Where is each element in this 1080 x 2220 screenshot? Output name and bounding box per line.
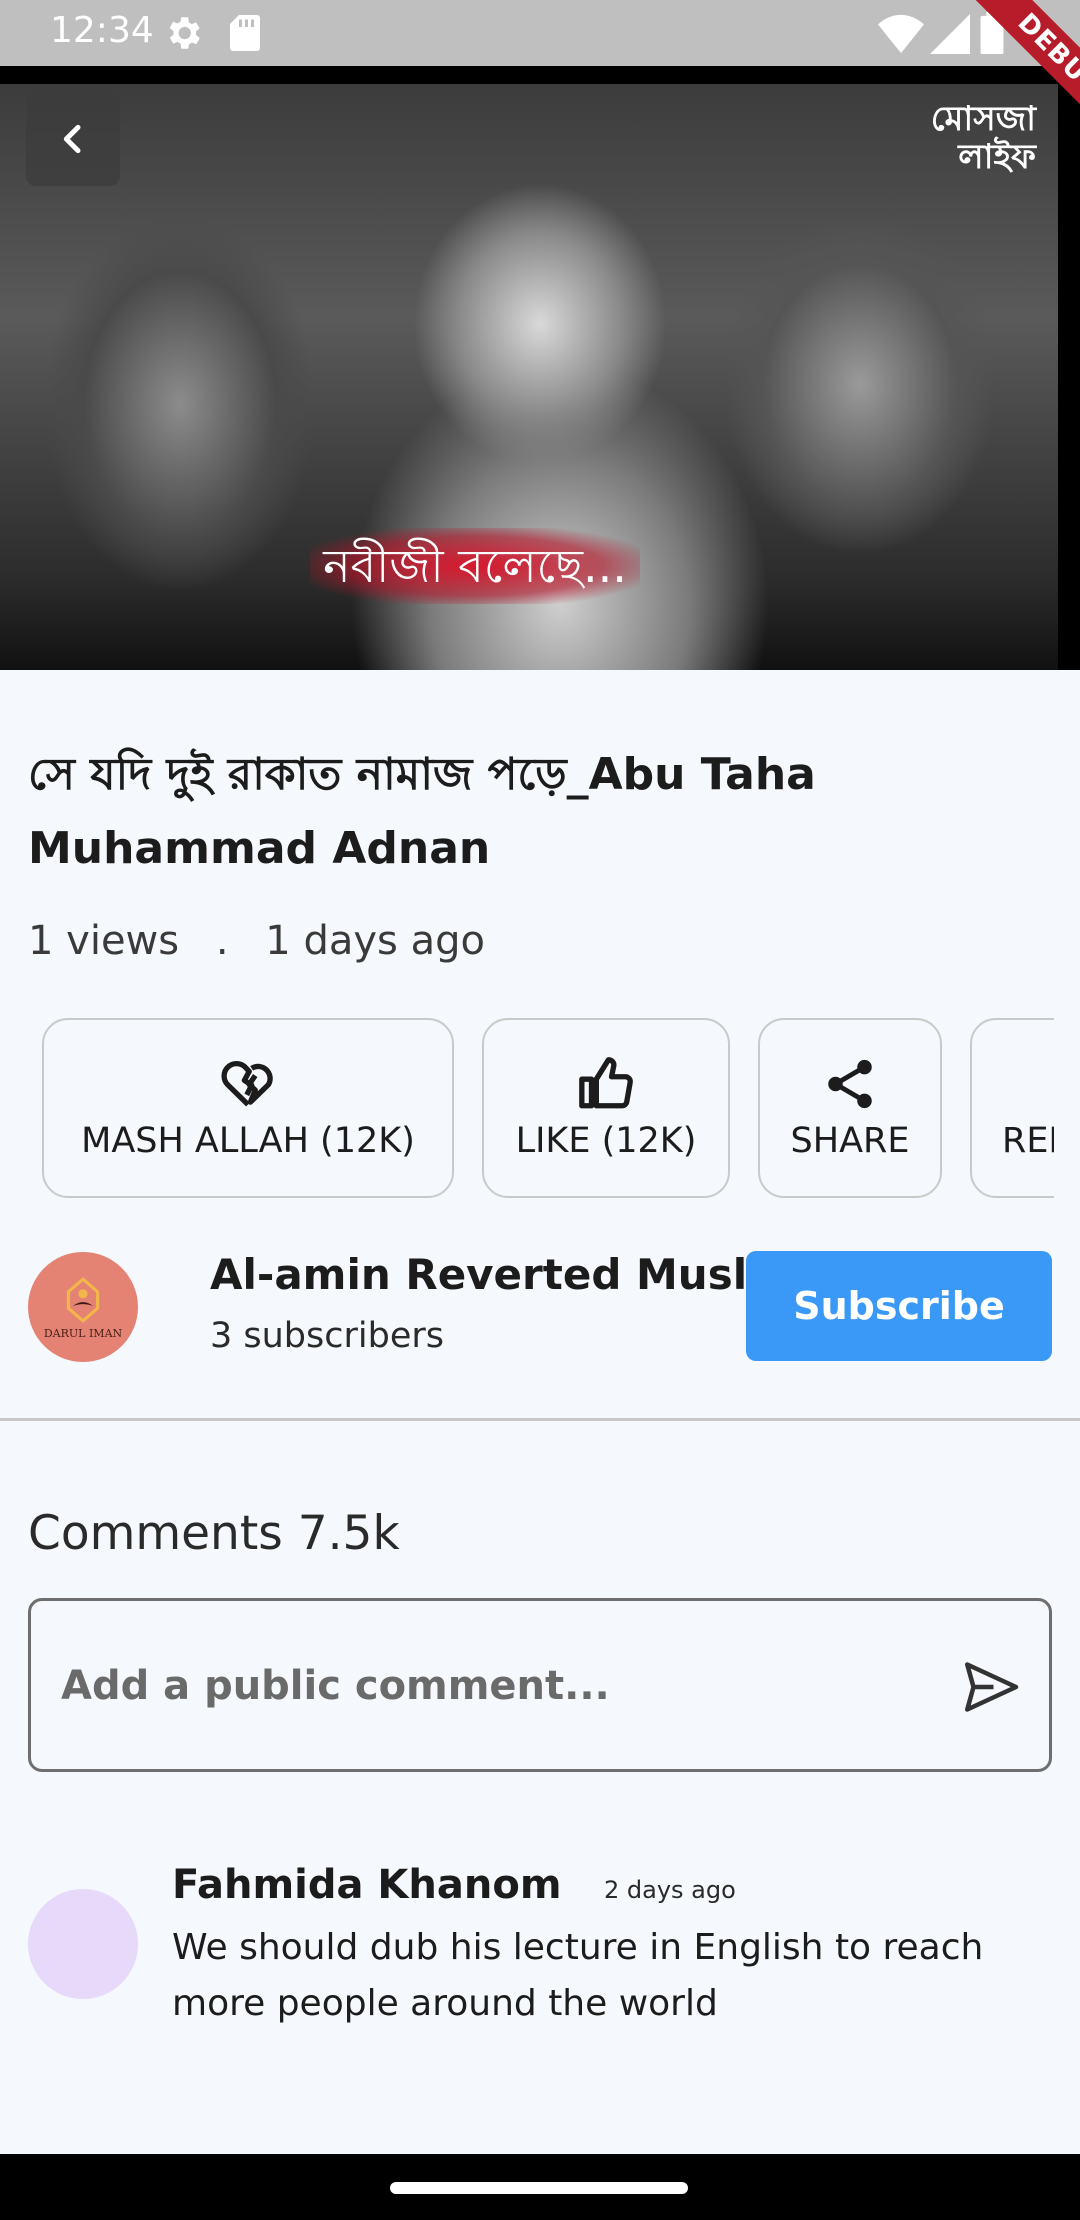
gear-icon	[169, 17, 200, 49]
share-label: SHARE	[790, 1121, 910, 1161]
video-meta: 1 views . 1 days ago	[28, 918, 485, 964]
mash-allah-button[interactable]: MASH ALLAH (12K)	[42, 1018, 454, 1198]
subscriber-count: 3 subscribers	[210, 1316, 444, 1356]
comment-author[interactable]: Fahmida Khanom	[172, 1862, 562, 1908]
share-button[interactable]: SHARE	[758, 1018, 942, 1198]
video-title: সে যদি দুই রাকাত নামাজ পড়ে_Abu Taha Muh…	[28, 749, 816, 874]
back-button[interactable]	[26, 92, 120, 186]
comment-text: We should dub his lecture in English to …	[172, 1927, 984, 2024]
comment-avatar[interactable]	[28, 1889, 138, 1999]
flag-icon	[1042, 1055, 1054, 1113]
broken-heart-icon	[221, 1061, 273, 1107]
sd-card-icon	[230, 15, 260, 51]
like-label: LIKE (12K)	[515, 1121, 697, 1161]
status-time: 12:34	[50, 10, 154, 51]
channel-avatar[interactable]: DARUL IMAN	[28, 1252, 138, 1362]
report-label: REPORT	[1002, 1121, 1054, 1161]
mash-allah-label: MASH ALLAH (12K)	[81, 1121, 415, 1161]
comment-input[interactable]	[61, 1651, 941, 1721]
home-indicator[interactable]	[390, 2182, 688, 2194]
channel-logo-icon	[66, 1276, 100, 1323]
system-nav-bar	[0, 2154, 1080, 2220]
section-divider	[0, 1418, 1080, 1421]
comments-heading: Comments 7.5k	[28, 1506, 400, 1561]
thumbs-up-icon	[579, 1057, 633, 1109]
chevron-left-icon	[63, 124, 81, 154]
report-button[interactable]: REPORT	[970, 1018, 1054, 1198]
signal-icon	[930, 14, 970, 54]
comment-time: 2 days ago	[604, 1876, 736, 1904]
share-icon	[828, 1059, 872, 1109]
upload-age: 1 days ago	[265, 918, 485, 964]
comment-input-box[interactable]	[28, 1598, 1052, 1772]
status-bar: 12:34	[0, 0, 1080, 66]
like-button[interactable]: LIKE (12K)	[482, 1018, 730, 1198]
meta-separator: .	[215, 918, 229, 964]
video-channel-logo: মোসজা লাইফ	[930, 99, 1036, 177]
send-icon[interactable]	[959, 1657, 1023, 1717]
channel-name[interactable]: Al-amin Reverted Muslim	[210, 1250, 805, 1299]
video-player[interactable]: নবীজী বলেছে... মোসজা লাইফ	[0, 66, 1080, 670]
subscribe-button[interactable]: Subscribe	[746, 1251, 1052, 1361]
channel-avatar-text: DARUL IMAN	[43, 1326, 123, 1340]
wifi-icon	[878, 14, 924, 54]
action-bar: MASH ALLAH (12K) LIKE (12K) SHARE REPORT	[0, 1018, 1054, 1198]
video-caption: নবীজী বলেছে...	[310, 528, 640, 604]
view-count: 1 views	[28, 918, 180, 964]
